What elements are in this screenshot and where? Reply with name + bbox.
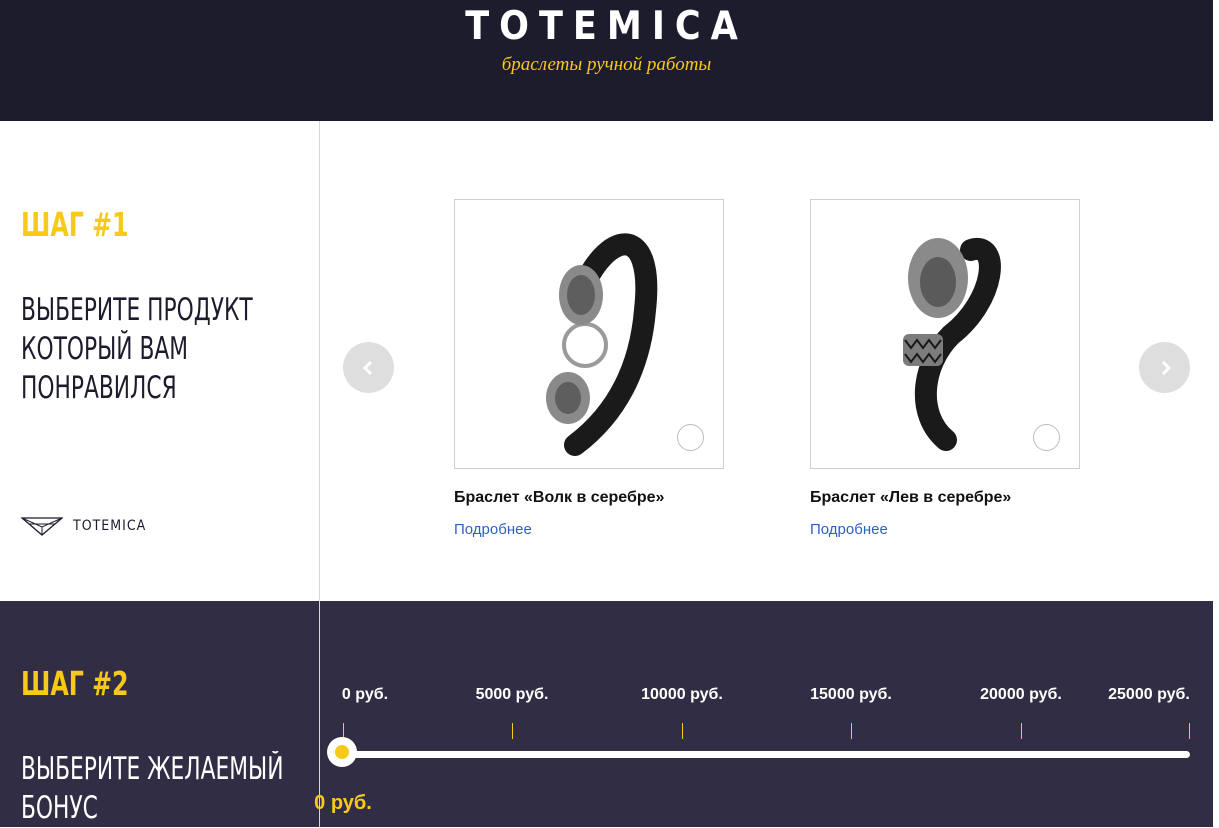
step1-line: ВЫБЕРИТЕ ПРОДУКТ bbox=[21, 292, 253, 328]
slider-tick-label: 15000 руб. bbox=[810, 686, 892, 703]
slider-tick-label: 10000 руб. bbox=[641, 686, 723, 703]
slider-tick bbox=[851, 723, 852, 739]
footer-logo: TOTEMICA bbox=[21, 515, 146, 537]
slider-tick-label: 0 руб. bbox=[341, 686, 389, 703]
site-header: TOTEMICA браслеты ручной работы bbox=[0, 0, 1213, 121]
product-title: Браслет «Волк в серебре» bbox=[454, 489, 665, 506]
totemica-logo-icon bbox=[21, 517, 63, 536]
slider-tick bbox=[1189, 723, 1190, 739]
slider-handle-dot bbox=[335, 745, 349, 759]
slider-tick-label: 5000 руб. bbox=[475, 686, 549, 703]
slider-tick-label: 25000 руб. bbox=[1108, 686, 1190, 703]
product-card[interactable]: Браслет «Волк в серебре» Подробнее bbox=[454, 199, 724, 538]
bonus-slider-track[interactable] bbox=[343, 751, 1190, 758]
brand-title: TOTEMICA bbox=[465, 4, 748, 49]
bonus-value: 0 руб. bbox=[314, 792, 372, 814]
chevron-right-icon bbox=[1161, 360, 1171, 375]
step1-line: ПОНРАВИЛСЯ bbox=[21, 370, 177, 406]
scrollbar[interactable] bbox=[1213, 0, 1219, 827]
step2-line: ВЫБЕРИТЕ ЖЕЛАЕМЫЙ bbox=[21, 751, 284, 787]
slider-tick-label: 20000 руб. bbox=[980, 686, 1062, 703]
slider-tick bbox=[1021, 723, 1022, 739]
carousel-prev-button[interactable] bbox=[343, 342, 394, 393]
product-image[interactable] bbox=[810, 199, 1080, 469]
product-select-checkbox[interactable] bbox=[1033, 424, 1060, 451]
carousel-next-button[interactable] bbox=[1139, 342, 1190, 393]
step2-line: БОНУС bbox=[21, 790, 98, 826]
step1-line: КОТОРЫЙ ВАМ bbox=[21, 331, 189, 367]
step1-description: ВЫБЕРИТЕ ПРОДУКТ КОТОРЫЙ ВАМ ПОНРАВИЛСЯ bbox=[21, 291, 253, 408]
product-details-link[interactable]: Подробнее bbox=[810, 521, 1080, 538]
chevron-left-icon bbox=[362, 360, 372, 375]
product-details-link[interactable]: Подробнее bbox=[454, 521, 724, 538]
slider-tick bbox=[512, 723, 513, 739]
step2-title: ШАГ #2 bbox=[21, 664, 129, 703]
brand-tagline: браслеты ручной работы bbox=[501, 54, 712, 75]
product-card[interactable]: Браслет «Лев в серебре» Подробнее bbox=[810, 199, 1080, 538]
step2-description: ВЫБЕРИТЕ ЖЕЛАЕМЫЙ БОНУС bbox=[21, 750, 284, 828]
product-title: Браслет «Лев в серебре» bbox=[810, 489, 1012, 506]
slider-tick bbox=[682, 723, 683, 739]
logo-text: TOTEMICA bbox=[73, 518, 147, 534]
step1-title: ШАГ #1 bbox=[21, 205, 129, 244]
bonus-slider-handle[interactable] bbox=[327, 737, 357, 767]
column-divider bbox=[319, 121, 320, 827]
product-select-checkbox[interactable] bbox=[677, 424, 704, 451]
product-image[interactable] bbox=[454, 199, 724, 469]
